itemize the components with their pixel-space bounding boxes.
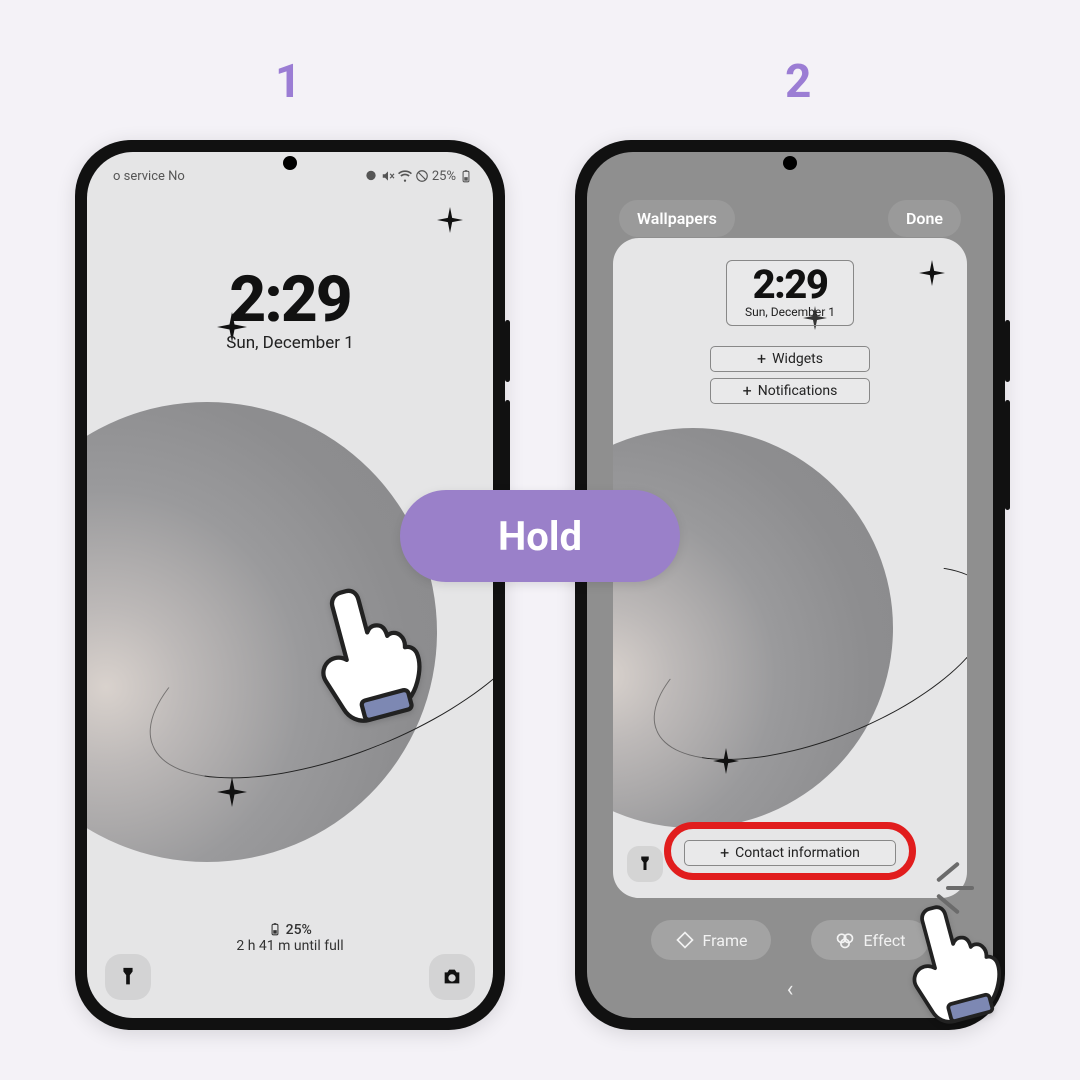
dnd-icon <box>415 169 429 183</box>
add-notifications-button[interactable]: + Notifications <box>710 378 870 404</box>
battery-icon <box>459 169 473 183</box>
clock-date: Sun, December 1 <box>745 305 835 319</box>
clock-date: Sun, December 1 <box>87 333 493 353</box>
pointing-hand-icon <box>885 880 1035 1034</box>
step-number-2: 2 <box>785 55 811 109</box>
sparkle-icon <box>713 748 739 774</box>
charging-footer: 25% 2 h 41 m until full <box>87 922 493 954</box>
clock-time: 2:29 <box>745 265 835 305</box>
charging-time-remaining: 2 h 41 m until full <box>87 938 493 954</box>
plus-icon: + <box>757 351 766 367</box>
battery-percent: 25% <box>432 169 456 184</box>
carrier-text: o service No <box>113 169 185 184</box>
plus-icon: + <box>720 845 729 861</box>
sparkle-icon <box>217 777 247 807</box>
done-button[interactable]: Done <box>888 200 961 237</box>
lock-clock: 2:29 Sun, December 1 <box>87 262 493 353</box>
pointing-hand-icon <box>290 560 460 734</box>
back-button[interactable]: ‹ <box>787 977 794 1002</box>
flashlight-shortcut[interactable] <box>627 846 663 882</box>
mute-icon <box>381 169 395 183</box>
add-widgets-button[interactable]: + Widgets <box>710 346 870 372</box>
wallpapers-button[interactable]: Wallpapers <box>619 200 735 237</box>
step-number-1: 1 <box>275 55 301 109</box>
wifi-icon <box>398 169 412 183</box>
add-contact-information-button[interactable]: + Contact information <box>684 840 896 866</box>
camera-notch <box>283 156 297 170</box>
sparkle-icon <box>437 207 463 233</box>
camera-notch <box>783 156 797 170</box>
battery-icon <box>268 922 282 936</box>
clock-widget-box[interactable]: 2:29 Sun, December 1 <box>726 260 854 326</box>
plus-icon: + <box>743 383 752 399</box>
clock-time: 2:29 <box>87 262 493 337</box>
sparkle-icon <box>919 260 945 286</box>
camera-shortcut[interactable] <box>429 954 475 1000</box>
frame-button[interactable]: Frame <box>651 920 772 960</box>
alarm-icon <box>364 169 378 183</box>
flashlight-shortcut[interactable] <box>105 954 151 1000</box>
